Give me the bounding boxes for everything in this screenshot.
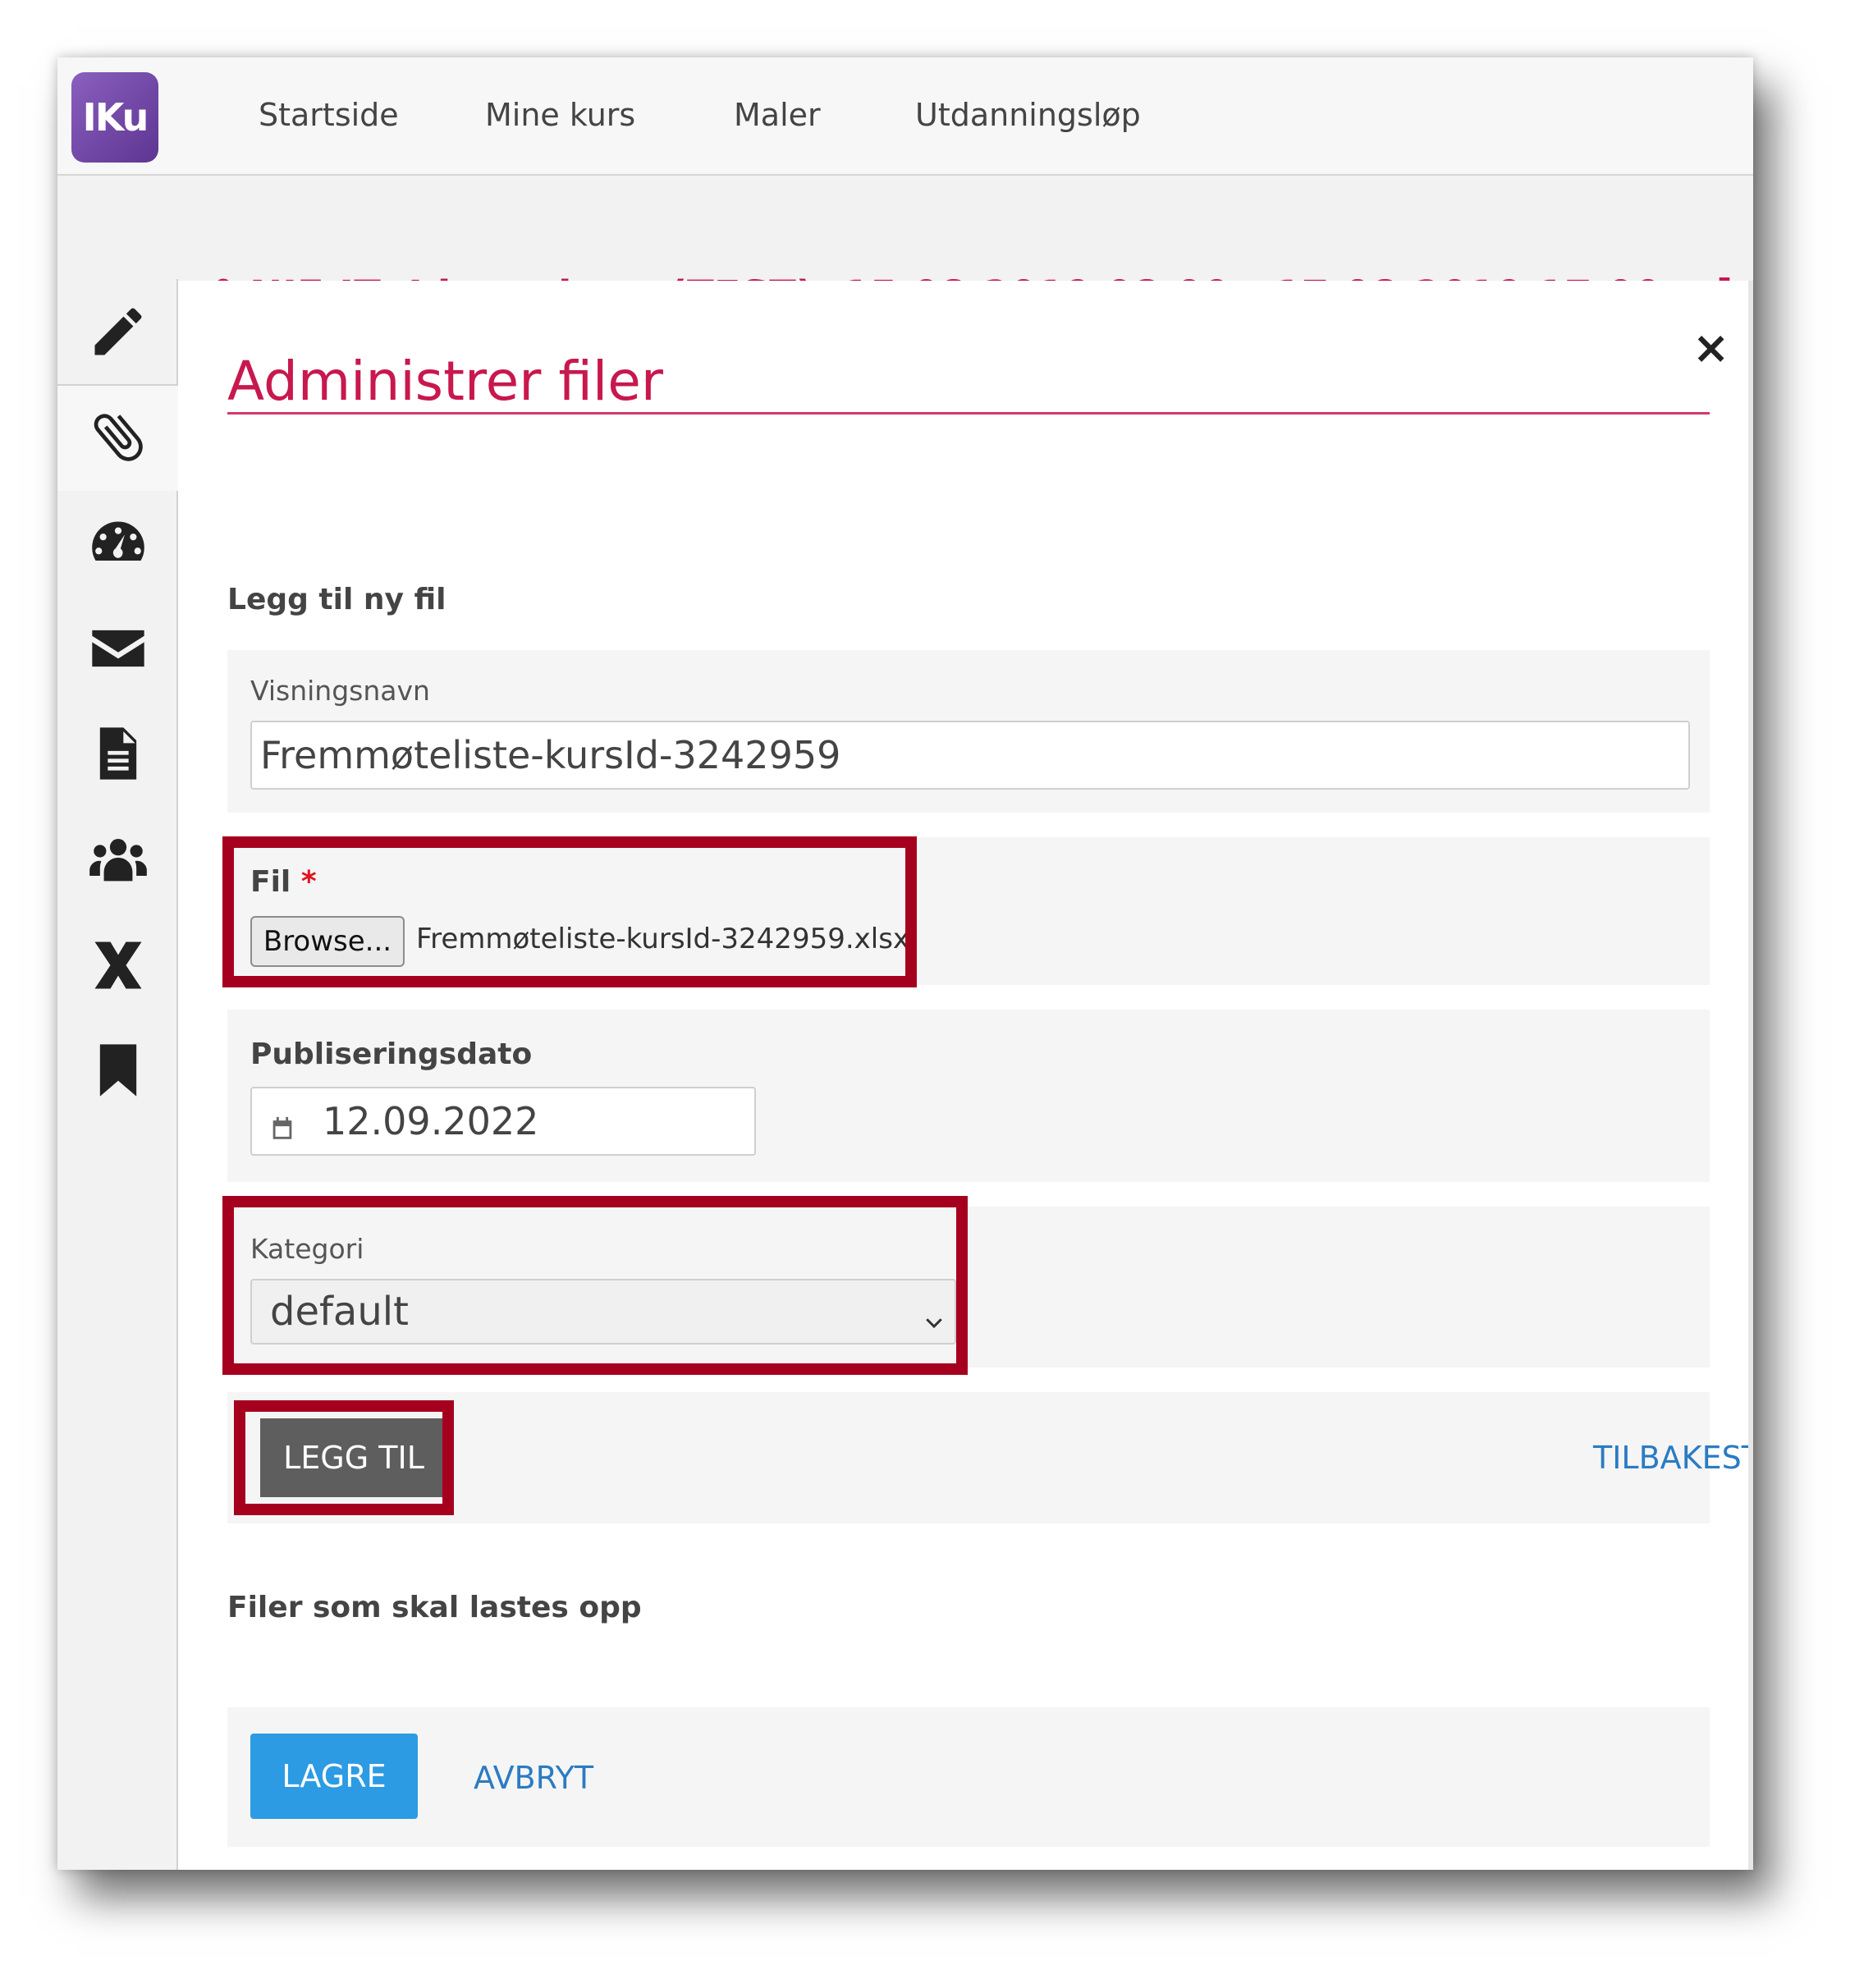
save-button[interactable]: LAGRE: [250, 1734, 418, 1819]
top-nav: IKu Startside Mine kurs Maler Utdannings…: [57, 57, 1753, 176]
dashboard-icon: [87, 514, 149, 576]
nav-startside[interactable]: Startside: [259, 97, 399, 133]
tab-files[interactable]: [57, 384, 178, 492]
display-name-label: Visningsnavn: [250, 675, 430, 707]
excel-icon: [87, 934, 149, 996]
publish-date-group: Publiseringsdato 12.09.2022: [227, 1010, 1710, 1182]
tab-bookmark[interactable]: [57, 1018, 176, 1123]
envelope-icon: [87, 617, 149, 680]
sidebar-rail: [57, 279, 178, 1870]
pencil-icon: [87, 300, 149, 363]
cancel-link[interactable]: AVBRYT: [474, 1760, 593, 1796]
app-window: IKu Startside Mine kurs Maler Utdannings…: [57, 57, 1753, 1870]
app-logo[interactable]: IKu: [71, 72, 158, 163]
dialog-title: Administrer filer: [227, 350, 663, 413]
add-section-heading: Legg til ny fil: [227, 583, 446, 616]
calendar-icon: [268, 1107, 296, 1139]
nav-maler[interactable]: Maler: [734, 97, 821, 133]
tab-participants[interactable]: [57, 808, 176, 913]
tab-messages[interactable]: [57, 596, 176, 701]
display-name-group: Visningsnavn Fremmøteliste-kursId-324295…: [227, 650, 1710, 813]
form-actions-group: LAGRE AVBRYT: [227, 1707, 1710, 1847]
tab-dashboard[interactable]: [57, 491, 176, 596]
reset-link[interactable]: TILBAKESTILL: [1593, 1440, 1753, 1476]
tab-export[interactable]: [57, 913, 176, 1018]
background-page-edge: [1748, 281, 1753, 1870]
highlight-category: [222, 1196, 968, 1375]
paperclip-icon: [87, 405, 149, 468]
publish-date-label: Publiseringsdato: [250, 1038, 533, 1071]
tab-documents[interactable]: [57, 701, 176, 806]
publish-date-input[interactable]: 12.09.2022: [250, 1087, 756, 1156]
manage-files-dialog: × Administrer filer Legg til ny fil Visn…: [178, 281, 1753, 1870]
nav-mine-kurs[interactable]: Mine kurs: [485, 97, 635, 133]
highlight-add-button: [234, 1400, 454, 1515]
users-icon: [87, 829, 149, 891]
bookmark-icon: [87, 1039, 149, 1102]
upload-section-heading: Filer som skal lastes opp: [227, 1591, 642, 1624]
document-icon: [87, 722, 149, 785]
tab-edit[interactable]: [57, 279, 176, 384]
display-name-input[interactable]: Fremmøteliste-kursId-3242959: [250, 721, 1690, 790]
nav-utdanningslop[interactable]: Utdanningsløp: [915, 97, 1141, 133]
title-divider: [227, 412, 1710, 415]
highlight-file: [222, 836, 917, 987]
close-icon[interactable]: ×: [1692, 322, 1729, 373]
